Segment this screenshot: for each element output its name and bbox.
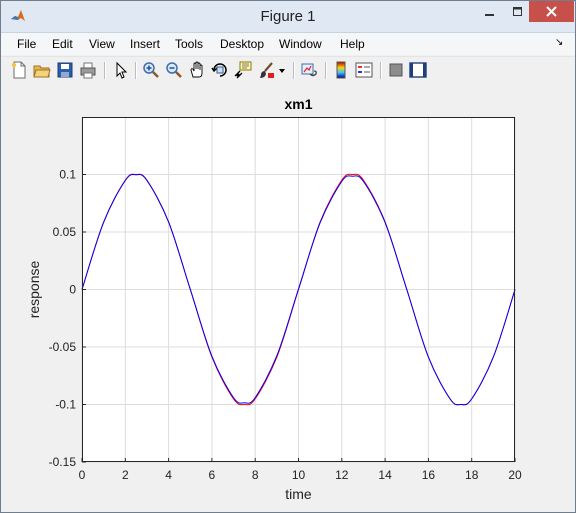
figure-toolbar (1, 56, 575, 86)
rotate-3d-icon[interactable] (211, 61, 229, 79)
x-tick-label: 0 (79, 468, 86, 482)
menu-help[interactable]: Help (340, 37, 365, 51)
x-axis-label: time (285, 486, 312, 502)
menu-edit[interactable]: Edit (52, 37, 73, 51)
menu-window[interactable]: Window (279, 37, 322, 51)
open-file-icon[interactable] (33, 61, 51, 79)
y-tick-label: 0.05 (53, 225, 77, 239)
brush-dropdown-icon[interactable] (277, 61, 287, 79)
zoom-in-icon[interactable] (142, 61, 160, 79)
toolbar-separator (380, 62, 382, 79)
menu-file[interactable]: File (17, 37, 36, 51)
x-tick-label: 18 (465, 468, 479, 482)
colorbar-icon[interactable] (332, 61, 350, 79)
axes-plot[interactable]: 0 2 4 6 8 10 12 14 16 18 20-0.15-0.1-0.0500.050.1 … (1, 85, 575, 512)
y-tick-label: -0.05 (49, 340, 77, 354)
x-tick-label: 4 (165, 468, 172, 482)
y-tick-label: -0.1 (55, 398, 76, 412)
data-cursor-icon[interactable] (234, 61, 252, 79)
toolbar-separator (325, 62, 327, 79)
maximize-button[interactable] (506, 1, 530, 22)
close-icon (546, 6, 557, 17)
print-icon[interactable] (79, 61, 97, 79)
y-axis-label: response (26, 260, 42, 318)
x-tick-label: 2 (122, 468, 129, 482)
close-button[interactable] (529, 1, 574, 22)
figure-window: Figure 1 File Edit View Insert Tools Des… (0, 0, 576, 513)
zoom-out-icon[interactable] (165, 61, 183, 79)
show-plot-tools-icon[interactable] (409, 61, 427, 79)
y-tick-label: 0.1 (59, 168, 76, 182)
x-tick-label: 6 (209, 468, 216, 482)
toolbar-separator (135, 62, 137, 79)
pan-hand-icon[interactable] (188, 61, 206, 79)
chart-title: xm1 (284, 96, 312, 112)
new-figure-icon[interactable] (10, 61, 28, 79)
save-icon[interactable] (56, 61, 74, 79)
y-tick-label: 0 (69, 283, 76, 297)
brush-icon[interactable] (257, 61, 275, 79)
menu-bar: File Edit View Insert Tools Desktop Wind… (1, 33, 575, 55)
title-bar[interactable]: Figure 1 (1, 1, 575, 33)
hide-plot-tools-icon[interactable] (387, 61, 405, 79)
x-tick-label: 8 (252, 468, 259, 482)
toolbar-separator (293, 62, 295, 79)
menu-insert[interactable]: Insert (130, 37, 160, 51)
x-tick-label: 20 (508, 468, 522, 482)
menu-desktop[interactable]: Desktop (220, 37, 264, 51)
maximize-icon (513, 6, 522, 16)
minimize-button[interactable] (478, 1, 502, 22)
minimize-icon (485, 13, 494, 16)
legend-icon[interactable] (355, 61, 373, 79)
link-plot-icon[interactable] (300, 61, 318, 79)
x-tick-label: 16 (422, 468, 436, 482)
dock-arrow-icon[interactable]: ↘ (555, 37, 563, 48)
x-tick-label: 12 (335, 468, 349, 482)
menu-view[interactable]: View (89, 37, 115, 51)
x-tick-label: 14 (378, 468, 392, 482)
y-tick-label: -0.15 (49, 455, 77, 469)
pointer-icon[interactable] (112, 61, 130, 79)
x-tick-label: 10 (292, 468, 306, 482)
menu-tools[interactable]: Tools (175, 37, 203, 51)
toolbar-separator (104, 62, 106, 79)
